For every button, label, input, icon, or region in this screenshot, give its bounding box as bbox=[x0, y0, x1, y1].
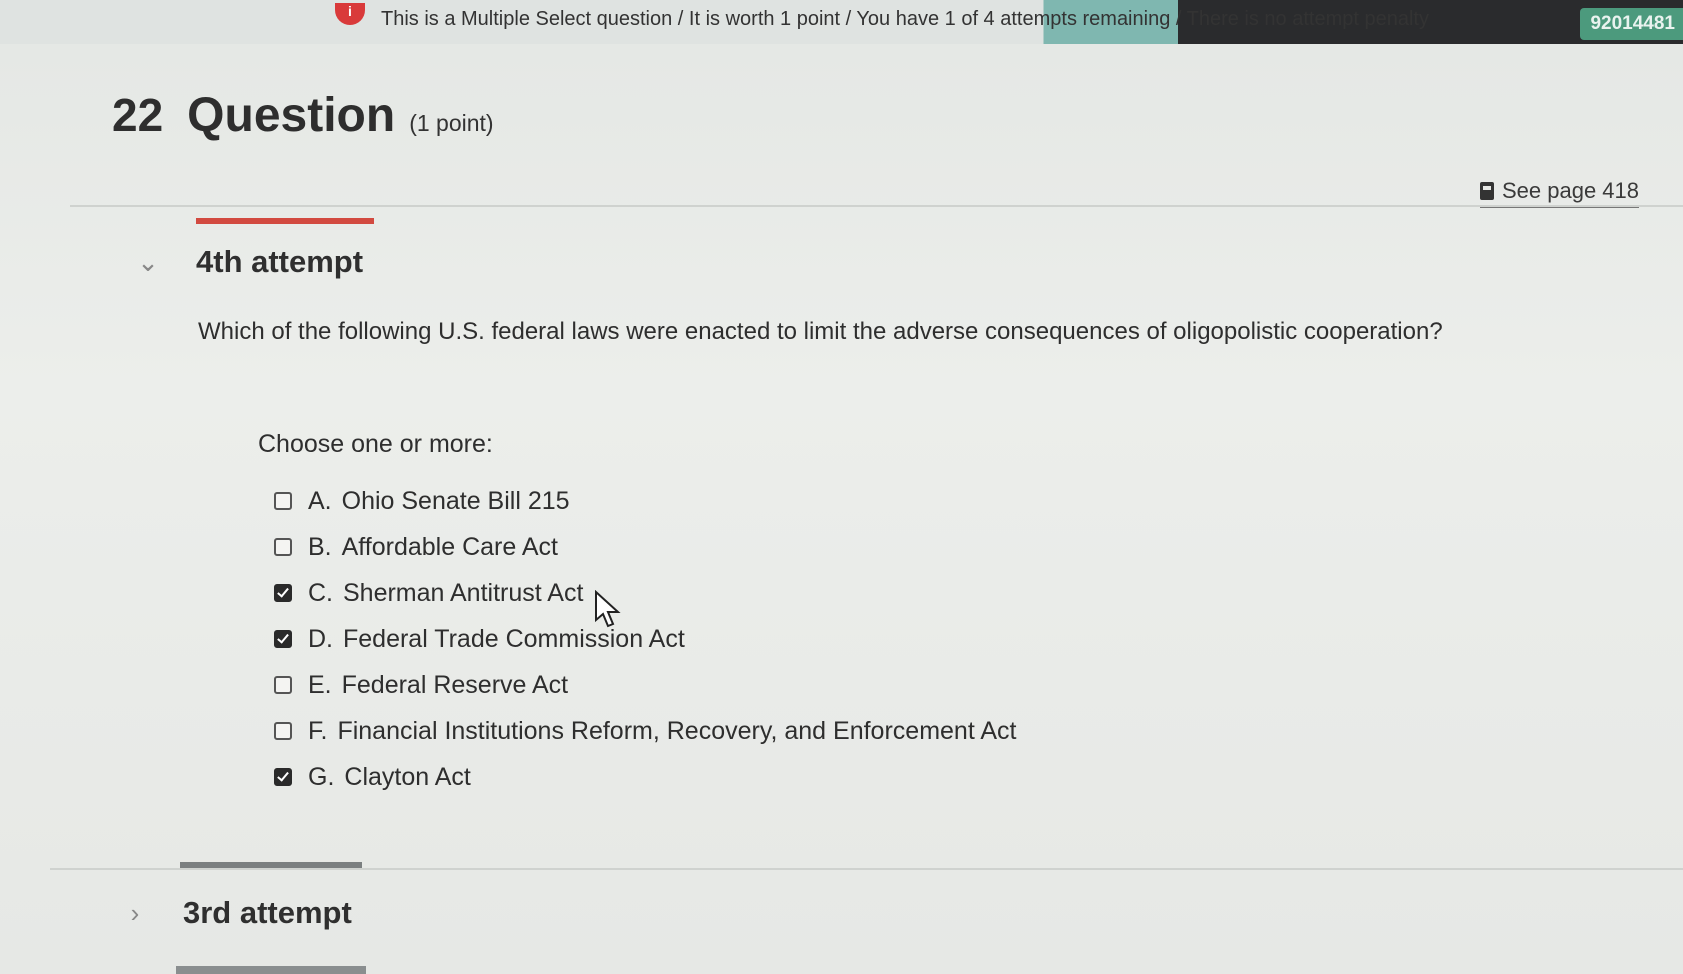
user-id-badge: 92014481 bbox=[1580, 8, 1683, 40]
option-g[interactable]: G. Clayton Act bbox=[274, 754, 1016, 800]
checkbox-b[interactable] bbox=[274, 538, 292, 556]
option-label: Sherman Antitrust Act bbox=[343, 578, 584, 607]
option-b[interactable]: B. Affordable Care Act bbox=[274, 524, 1016, 570]
choose-prompt: Choose one or more: bbox=[258, 430, 493, 458]
attempt-indicator-next bbox=[176, 966, 366, 974]
option-label: Affordable Care Act bbox=[341, 532, 558, 561]
option-label: Federal Reserve Act bbox=[341, 670, 569, 699]
mouse-cursor-icon bbox=[595, 590, 621, 628]
checkbox-g[interactable] bbox=[274, 768, 292, 786]
question-header: 22 Question (1 point) bbox=[112, 88, 494, 143]
checkbox-d[interactable] bbox=[274, 630, 292, 648]
option-a[interactable]: A. Ohio Senate Bill 215 bbox=[274, 478, 1016, 524]
option-label: Financial Institutions Reform, Recovery,… bbox=[337, 716, 1017, 745]
option-f[interactable]: F. Financial Institutions Reform, Recove… bbox=[274, 708, 1016, 754]
question-text: Which of the following U.S. federal laws… bbox=[198, 318, 1443, 345]
question-number: 22 bbox=[112, 89, 164, 141]
answer-options: A. Ohio Senate Bill 215 B. Affordable Ca… bbox=[274, 478, 1016, 800]
notice-text: This is a Multiple Select question / It … bbox=[381, 8, 1429, 30]
option-letter: G. bbox=[308, 762, 335, 791]
option-c[interactable]: C. Sherman Antitrust Act bbox=[274, 570, 1016, 616]
checkbox-a[interactable] bbox=[274, 492, 292, 510]
chevron-down-icon: ⌄ bbox=[137, 246, 159, 277]
option-e[interactable]: E. Federal Reserve Act bbox=[274, 662, 1016, 708]
attempt-label-previous: 3rd attempt bbox=[183, 895, 352, 930]
attempt-toggle-previous[interactable]: › 3rd attempt bbox=[115, 895, 352, 931]
checkbox-c[interactable] bbox=[274, 584, 292, 602]
checkbox-f[interactable] bbox=[274, 722, 292, 740]
option-label: Ohio Senate Bill 215 bbox=[341, 486, 570, 515]
option-letter: E. bbox=[308, 670, 332, 699]
section-divider bbox=[70, 205, 1683, 207]
option-letter: F. bbox=[308, 716, 328, 745]
option-label: Federal Trade Commission Act bbox=[343, 624, 685, 653]
question-page: 92014481 i This is a Multiple Select que… bbox=[0, 0, 1683, 974]
option-letter: C. bbox=[308, 578, 333, 607]
option-letter: B. bbox=[308, 532, 332, 561]
question-info-notice: i This is a Multiple Select question / I… bbox=[335, 2, 1429, 31]
active-attempt-indicator bbox=[196, 218, 374, 224]
book-icon bbox=[1480, 182, 1494, 200]
info-icon: i bbox=[335, 2, 365, 25]
question-title: Question bbox=[187, 89, 396, 142]
checkbox-e[interactable] bbox=[274, 676, 292, 694]
option-d[interactable]: D. Federal Trade Commission Act bbox=[274, 616, 1016, 662]
question-points: (1 point) bbox=[409, 110, 494, 136]
see-page-label: See page 418 bbox=[1502, 178, 1640, 203]
option-letter: D. bbox=[308, 624, 333, 653]
attempt-label-current: 4th attempt bbox=[196, 244, 364, 279]
option-letter: A. bbox=[308, 486, 332, 515]
section-divider bbox=[50, 868, 1683, 870]
chevron-right-icon: › bbox=[130, 897, 140, 928]
see-page-link[interactable]: See page 418 bbox=[1480, 178, 1640, 208]
attempt-toggle-current[interactable]: ⌄ 4th attempt bbox=[128, 244, 363, 280]
option-label: Clayton Act bbox=[344, 762, 471, 791]
